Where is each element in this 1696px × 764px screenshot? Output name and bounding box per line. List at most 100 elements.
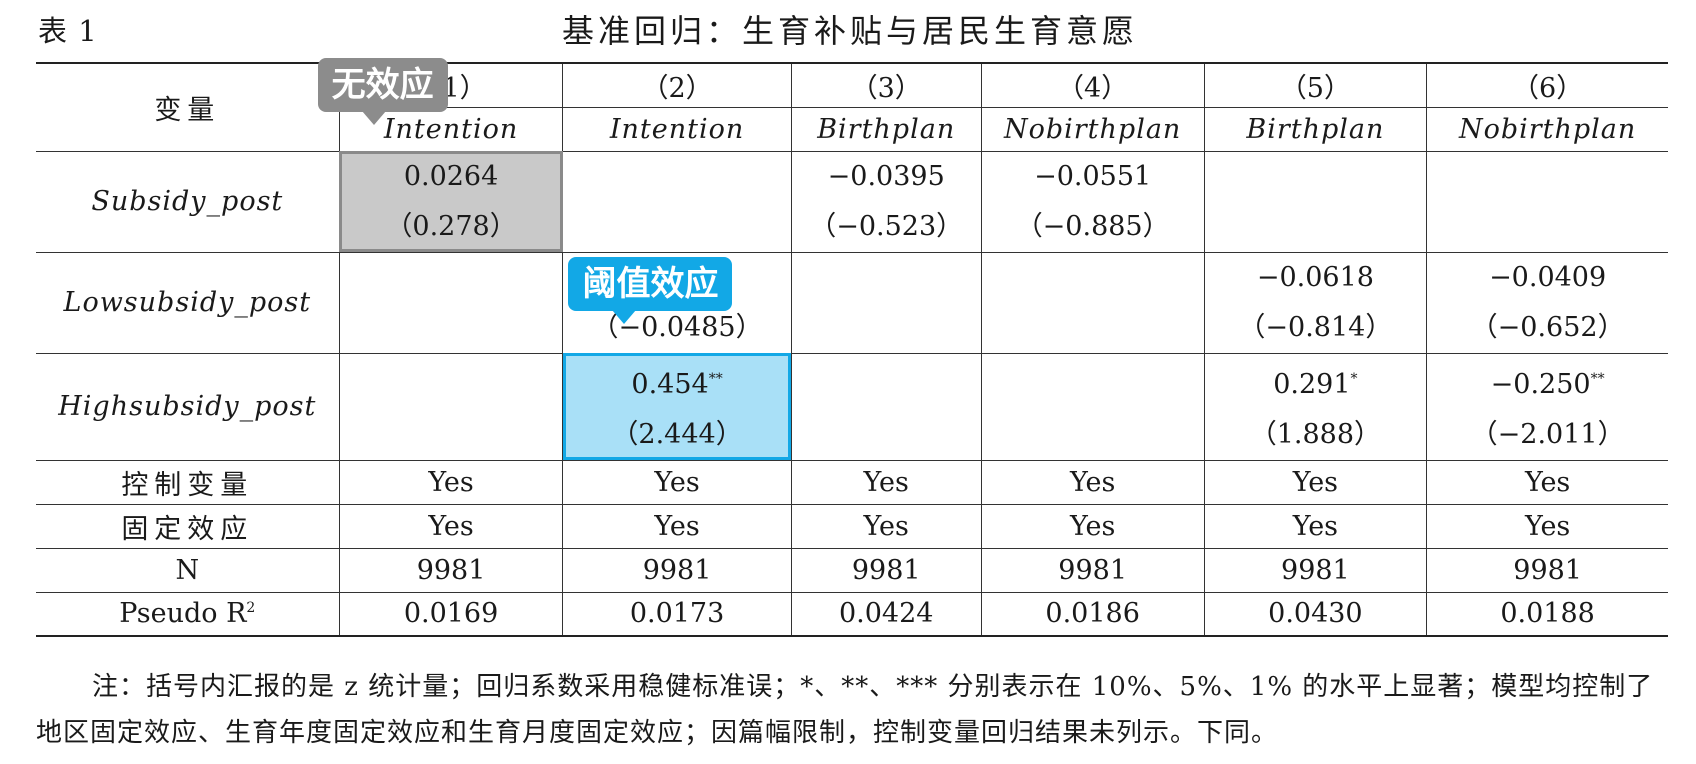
cell-fe-1: Yes [338,503,564,549]
cell-highsubsidy-post-c5: 0.291* （1.888） [1203,352,1428,461]
cell-fe-2: Yes [562,503,792,549]
row-n: N 9981 9981 9981 9981 9981 9981 [36,547,1668,593]
cell-empty [790,251,982,354]
coef: −0.0551 [1034,160,1152,192]
row-label-n: N [36,547,340,593]
variable-header: 变量 [36,63,340,152]
coef-with-sig: 0.454** [563,354,790,410]
cell-empty [980,251,1205,354]
cell-controls-5: Yes [1203,459,1428,505]
dep-var-3: Birthplan [790,106,982,152]
cell-empty [562,150,792,253]
row-label-fixed-effects: 固定效应 [36,503,340,549]
cell-fe-3: Yes [790,503,982,549]
coef-with-sig: 0.291* [1205,354,1427,410]
threshold-effect-callout: 阈值效应 [568,256,733,324]
cell-fe-4: Yes [980,503,1205,549]
z-stat: （−2.011） [1470,418,1625,450]
cell-lowsubsidy-post-c5: −0.0618 （−0.814） [1203,251,1428,354]
col-header-2: （2） [562,63,792,108]
row-label-highsubsidy-post: Highsubsidy_post [36,352,340,461]
z-stat: （0.278） [385,210,517,242]
row-label-pseudo-r2: Pseudo R2 [36,591,340,636]
cell-controls-4: Yes [980,459,1205,505]
col-header-4: （4） [980,63,1205,108]
table-note: 注：括号内汇报的是 z 统计量；回归系数采用稳健标准误；*、**、*** 分别表… [36,672,1654,748]
row-label-subsidy-post: Subsidy_post [36,150,340,253]
row-lowsubsidy-post: Lowsubsidy_post 阈值效应 0 （−0.0485） −0.0618… [36,251,1668,354]
dep-var-2: Intention [562,106,792,152]
cell-r2-2: 0.0173 [562,591,792,636]
cell-r2-5: 0.0430 [1203,591,1428,636]
col-header-5: （5） [1203,63,1428,108]
z-stat: （−0.814） [1238,311,1393,343]
no-effect-callout: 无效应 [317,58,448,125]
cell-subsidy-post-c4: −0.0551 （−0.885） [980,150,1205,253]
col-header-6: （6） [1426,63,1668,108]
coef: −0.0618 [1256,261,1374,293]
cell-controls-3: Yes [790,459,982,505]
row-label-lowsubsidy-post: Lowsubsidy_post [36,251,340,354]
coef-with-sig: −0.250** [1427,354,1668,410]
cell-r2-1: 0.0169 [338,591,564,636]
cell-empty [1426,150,1668,253]
sig-stars: ** [708,370,723,387]
row-pseudo-r2: Pseudo R2 0.0169 0.0173 0.0424 0.0186 0.… [36,591,1668,636]
cell-r2-3: 0.0424 [790,591,982,636]
cell-n-3: 9981 [790,547,982,593]
z-stat: （−0.885） [1015,210,1170,242]
cell-subsidy-post-c3: −0.0395 （−0.523） [790,150,982,253]
table-number: 表 1 [38,14,98,48]
cell-controls-1: Yes [338,459,564,505]
coef: 0.291 [1273,368,1351,400]
pseudo-r-text: Pseudo R [119,598,247,630]
cell-subsidy-post-c1-highlighted: 0.0264 （0.278） [338,150,564,253]
cell-highsubsidy-post-c2-highlighted: 0.454** （2.444） [562,352,792,461]
row-subsidy-post: Subsidy_post 0.0264 （0.278） −0.0395 （−0.… [36,150,1668,253]
cell-n-1: 9981 [338,547,564,593]
row-label-controls: 控制变量 [36,459,340,505]
sig-stars: * [1350,370,1358,387]
row-highsubsidy-post: Highsubsidy_post 0.454** （2.444） 0.291* … [36,352,1668,461]
coef: −0.0409 [1489,261,1607,293]
z-stat: （−0.523） [809,210,964,242]
cell-fe-5: Yes [1203,503,1428,549]
cell-fe-6: Yes [1426,503,1668,549]
r-squared-sup: 2 [246,600,256,617]
dep-var-5: Birthplan [1203,106,1428,152]
row-fixed-effects: 固定效应 Yes Yes Yes Yes Yes Yes [36,503,1668,549]
coef: 0.0264 [403,160,499,192]
cell-n-6: 9981 [1426,547,1668,593]
z-stat: （2.444） [611,418,743,450]
coef: −0.250 [1490,368,1591,400]
cell-controls-2: Yes [562,459,792,505]
dep-var-4: Nobirthplan [980,106,1205,152]
cell-r2-6: 0.0188 [1426,591,1668,636]
dep-var-6: Nobirthplan [1426,106,1668,152]
cell-empty [1203,150,1428,253]
row-controls: 控制变量 Yes Yes Yes Yes Yes Yes [36,459,1668,505]
cell-n-2: 9981 [562,547,792,593]
cell-lowsubsidy-post-c6: −0.0409 （−0.652） [1426,251,1668,354]
cell-empty [338,251,564,354]
col-header-1: （1） 无效应 [317,58,564,125]
header-row-columns: 变量 （1） 无效应 （2） （3） （4） （5） （6） [36,58,1668,152]
cell-n-5: 9981 [1203,547,1428,593]
table-title: 基准回归：生育补贴与居民生育意愿 [561,12,1138,50]
cell-empty [980,352,1205,461]
z-stat: （−0.652） [1470,311,1625,343]
regression-table: 变量 （1） 无效应 （2） （3） （4） （5） （6） Intention… [36,58,1668,637]
cell-highsubsidy-post-c6: −0.250** （−2.011） [1426,352,1668,461]
coef: 0.454 [631,368,709,400]
cell-empty [338,352,564,461]
cell-lowsubsidy-post-c2: 阈值效应 0 （−0.0485） [562,251,792,354]
sig-stars: ** [1590,370,1605,387]
paper-page: 表 1 基准回归：生育补贴与居民生育意愿 变量 （1） 无效应 （2） （3） … [0,0,1696,764]
cell-controls-6: Yes [1426,459,1668,505]
cell-r2-4: 0.0186 [980,591,1205,636]
col-header-3: （3） [790,63,982,108]
cell-empty [790,352,982,461]
coef: −0.0395 [827,160,945,192]
z-stat: （1.888） [1249,418,1382,450]
cell-n-4: 9981 [980,547,1205,593]
